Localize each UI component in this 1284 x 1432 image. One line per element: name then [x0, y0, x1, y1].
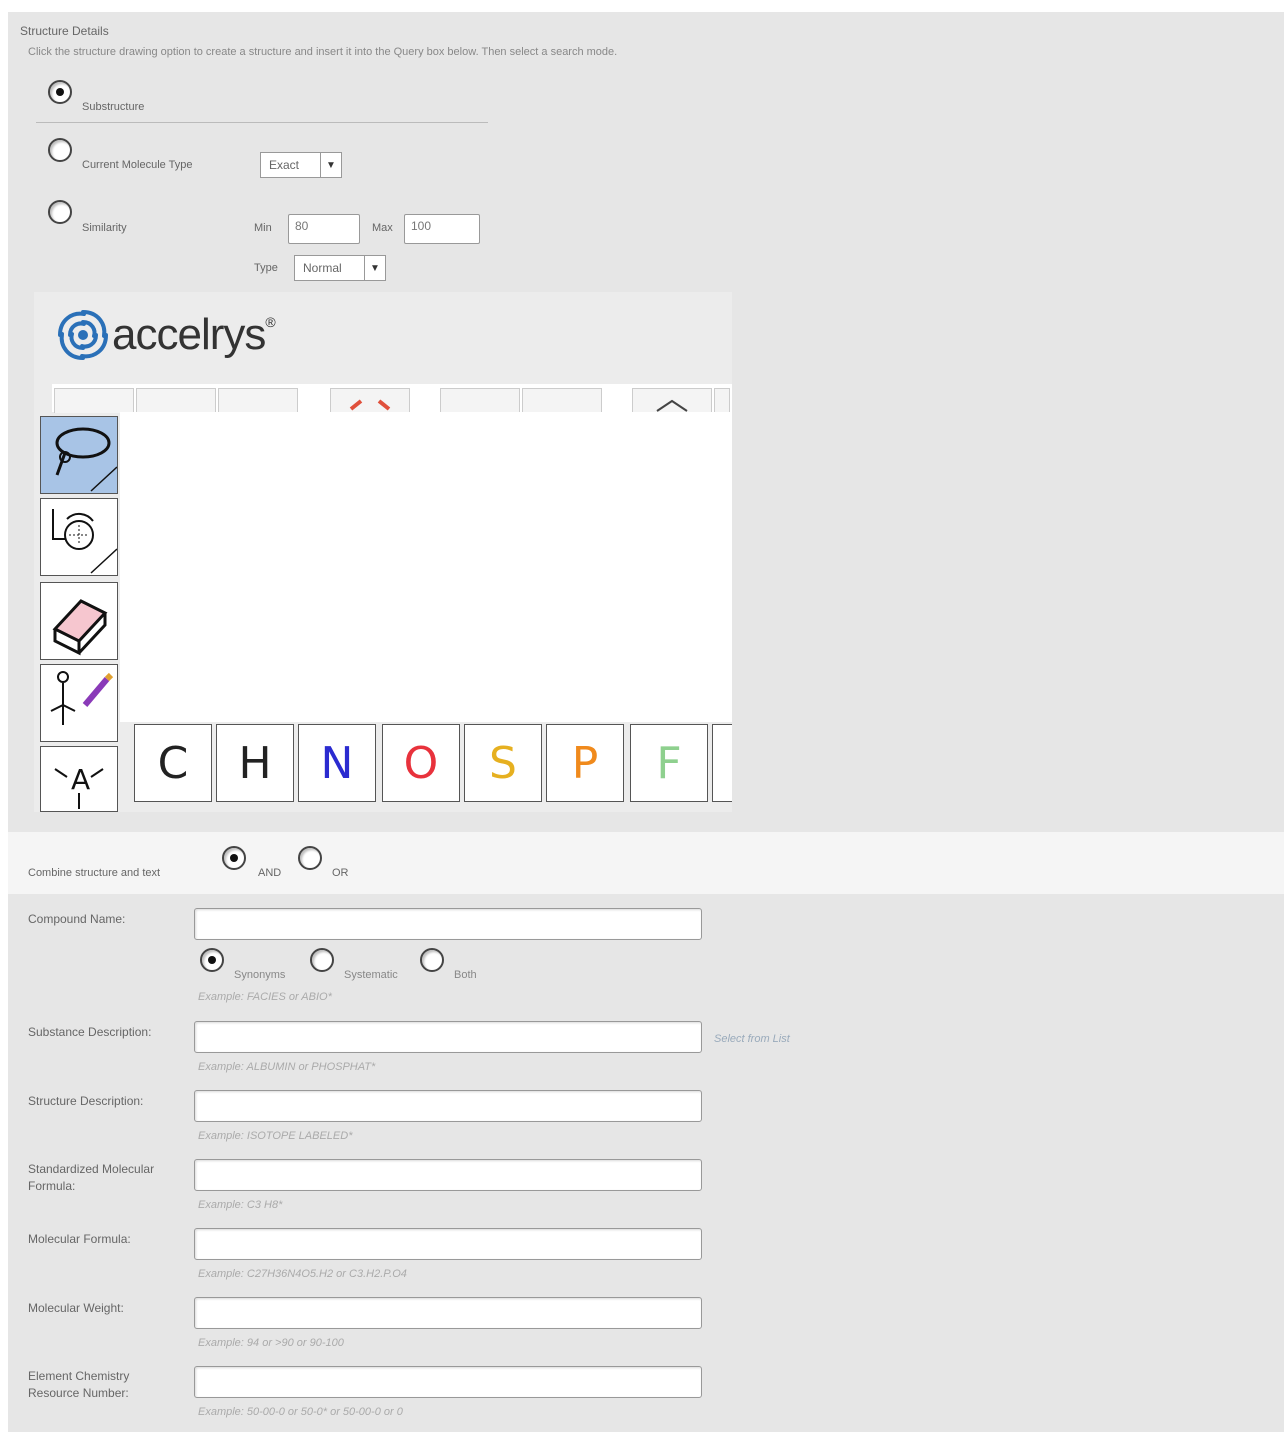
molecule-type-radio[interactable] [48, 138, 72, 162]
compound-name-label: Compound Name: [28, 912, 126, 926]
atom-symbol-o: O [403, 737, 439, 789]
atom-button-o[interactable]: O [382, 724, 460, 802]
svg-text:A: A [71, 763, 90, 796]
instructions-text: Click the structure drawing option to cr… [28, 46, 618, 58]
standardized-formula-input[interactable] [194, 1159, 702, 1191]
molecular-weight-example: Example: 94 or >90 or 90-100 [198, 1337, 344, 1349]
similarity-type-value: Normal [303, 261, 342, 275]
substructure-radio[interactable] [48, 80, 72, 104]
similarity-type-label: Type [254, 262, 278, 274]
eraser-icon [52, 599, 108, 656]
toolbar-button-new[interactable] [54, 388, 134, 413]
atom-button-more[interactable] [712, 724, 732, 802]
standardized-formula-label-line2: Formula: [28, 1179, 76, 1193]
molecular-weight-input[interactable] [194, 1297, 702, 1329]
atom-symbol-f: F [656, 737, 682, 789]
and-label: AND [258, 867, 282, 879]
molecular-formula-label: Molecular Formula: [28, 1232, 131, 1246]
combine-band [8, 832, 1284, 894]
synonyms-label: Synonyms [234, 969, 286, 981]
similarity-type-select[interactable]: Normal ▼ [294, 255, 386, 281]
molecular-formula-input[interactable] [194, 1228, 702, 1260]
top-toolbar [52, 384, 732, 413]
molecule-type-select[interactable]: Exact ▼ [260, 152, 342, 178]
drawing-canvas[interactable] [120, 412, 732, 722]
min-input[interactable]: 80 [288, 214, 360, 244]
atom-button-p[interactable]: P [546, 724, 624, 802]
cas-number-input[interactable] [194, 1366, 702, 1398]
cas-number-label-line1: Element Chemistry [28, 1369, 130, 1383]
toolbar-button-undo[interactable] [440, 388, 520, 413]
toolbar-button-save[interactable] [218, 388, 298, 413]
compound-name-example: Example: FACIES or ABIO* [198, 991, 332, 1003]
molecular-weight-label: Molecular Weight: [28, 1301, 124, 1315]
molecule-type-label: Current Molecule Type [82, 159, 193, 171]
clear-x-icon [349, 399, 391, 411]
cas-number-example: Example: 50-00-0 or 50-0* or 50-00-0 or … [198, 1406, 403, 1418]
atom-button-s[interactable]: S [464, 724, 542, 802]
chevron-down-icon: ▼ [364, 256, 385, 280]
structure-description-label: Structure Description: [28, 1094, 144, 1108]
combine-label: Combine structure and text [28, 867, 161, 879]
select-from-list-link[interactable]: Select from List [714, 1033, 790, 1045]
atom-symbol-p: P [571, 737, 599, 789]
compound-name-input[interactable] [194, 908, 702, 940]
ring-icon [656, 399, 688, 412]
atom-button-f[interactable]: F [630, 724, 708, 802]
logo-text: accelrys [112, 310, 266, 359]
both-label: Both [454, 969, 477, 981]
atom-button-n[interactable]: N [298, 724, 376, 802]
rotate-select-icon [52, 509, 118, 574]
toolbar-button-more[interactable] [714, 388, 730, 413]
section-title: Structure Details [20, 24, 109, 38]
chevron-down-icon: ▼ [320, 153, 341, 177]
atom-edit-icon [50, 671, 114, 725]
min-label: Min [254, 222, 272, 234]
or-radio[interactable] [298, 846, 322, 870]
atom-symbol-s: S [489, 737, 517, 789]
toolbar-button-redo[interactable] [522, 388, 602, 413]
systematic-label: Systematic [344, 969, 398, 981]
systematic-radio[interactable] [310, 948, 334, 972]
standardized-formula-label-line1: Standardized Molecular [28, 1162, 155, 1176]
similarity-label: Similarity [82, 222, 127, 234]
molecule-type-value: Exact [269, 158, 300, 172]
eraser-tool[interactable] [40, 582, 118, 660]
atom-label-tool[interactable]: A [40, 746, 118, 812]
and-radio[interactable] [222, 846, 246, 870]
molecular-formula-example: Example: C27H36N4O5.H2 or C3.H2.P.O4 [198, 1268, 407, 1280]
structure-editor: accelrys ® A C H N O S P F [34, 292, 732, 812]
accelrys-swirl-icon [58, 310, 108, 360]
rotate-select-tool[interactable] [40, 498, 118, 576]
toolbar-button-clear[interactable] [330, 388, 410, 413]
atom-edit-tool[interactable] [40, 664, 118, 742]
substructure-label: Substructure [82, 101, 145, 113]
structure-description-input[interactable] [194, 1090, 702, 1122]
or-label: OR [332, 867, 349, 879]
atom-label-icon: A [54, 763, 104, 809]
substance-description-label: Substance Description: [28, 1025, 152, 1039]
registered-mark: ® [265, 314, 276, 330]
similarity-radio[interactable] [48, 200, 72, 224]
mode-divider [36, 122, 488, 123]
substance-description-input[interactable] [194, 1021, 702, 1053]
atom-symbol-h: H [238, 737, 272, 789]
cas-number-label-line2: Resource Number: [28, 1386, 129, 1400]
atom-symbol-c: C [157, 737, 189, 789]
standardized-formula-example: Example: C3 H8* [198, 1199, 283, 1211]
accelrys-logo: accelrys ® [54, 306, 276, 364]
max-label: Max [372, 222, 393, 234]
max-input[interactable]: 100 [404, 214, 480, 244]
structure-description-example: Example: ISOTOPE LABELED* [198, 1130, 353, 1142]
both-radio[interactable] [420, 948, 444, 972]
atom-symbol-n: N [320, 737, 354, 789]
synonyms-radio[interactable] [200, 948, 224, 972]
atom-button-h[interactable]: H [216, 724, 294, 802]
lasso-select-icon [55, 427, 118, 492]
substance-description-example: Example: ALBUMIN or PHOSPHAT* [198, 1061, 376, 1073]
lasso-select-tool[interactable] [40, 416, 118, 494]
atom-button-c[interactable]: C [134, 724, 212, 802]
toolbar-button-open[interactable] [136, 388, 216, 413]
toolbar-button-ring[interactable] [632, 388, 712, 413]
